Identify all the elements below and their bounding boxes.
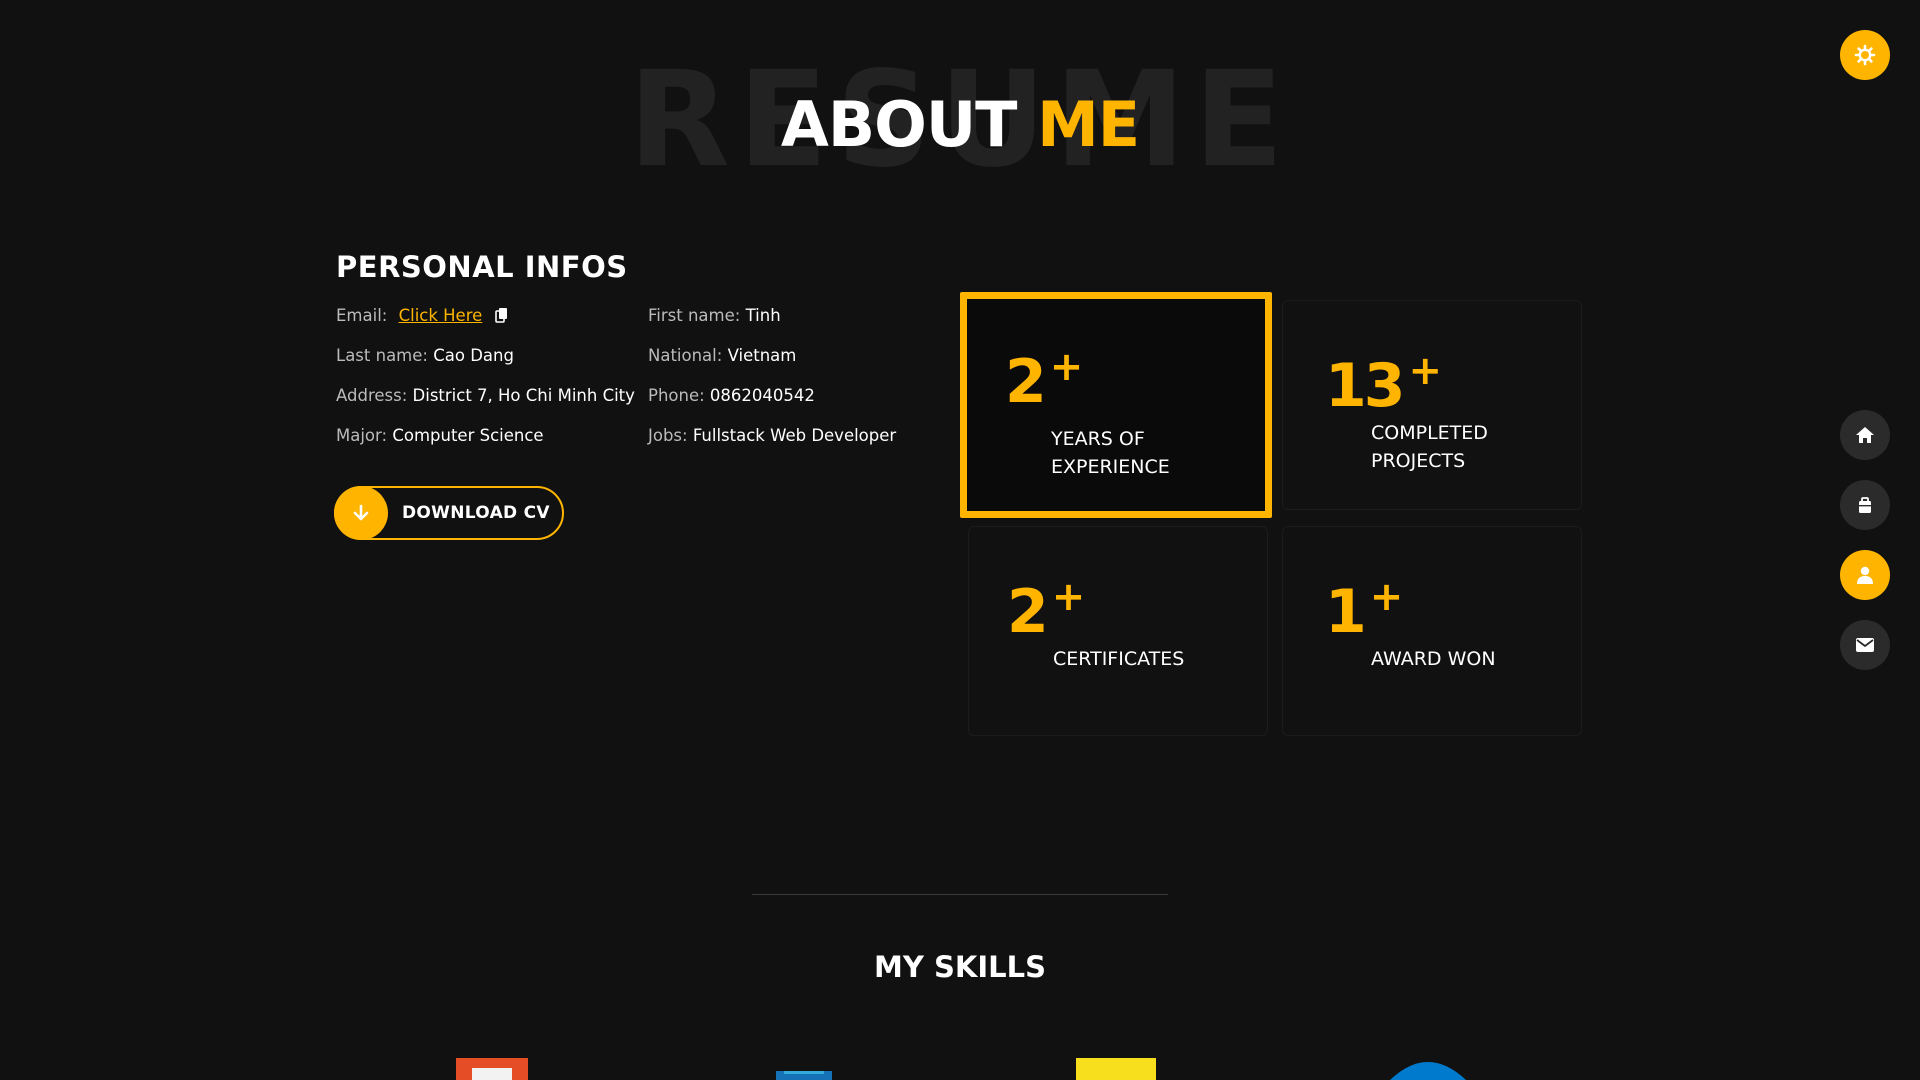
stat-value: 2 xyxy=(1005,347,1047,417)
email-link[interactable]: Click Here xyxy=(399,306,483,325)
download-cv-label: DOWNLOAD CV xyxy=(402,503,550,523)
user-icon xyxy=(1857,566,1873,584)
html5-icon xyxy=(456,1058,528,1080)
stat-number: 1 + xyxy=(1325,565,1403,644)
info-label: Last name: xyxy=(336,346,428,365)
copy-icon[interactable] xyxy=(494,307,510,323)
download-icon xyxy=(334,486,388,540)
personal-infos-heading: PERSONAL INFOS xyxy=(336,250,628,284)
info-value: Tinh xyxy=(745,306,781,325)
info-row-jobs: Jobs: Fullstack Web Developer xyxy=(648,426,948,466)
page-title: ABOUT ME xyxy=(0,90,1920,160)
stat-plus: + xyxy=(1408,348,1443,394)
info-column-left: Email: Click Here Last name: Cao Dang Ad… xyxy=(336,306,646,466)
page-title-accent: ME xyxy=(1037,88,1140,161)
info-value: 0862040542 xyxy=(709,386,815,405)
css3-icon xyxy=(776,1068,832,1080)
nav-home-button[interactable] xyxy=(1840,410,1890,460)
stat-label: YEARS OF EXPERIENCE xyxy=(1051,425,1241,481)
stat-card-projects: 13 + COMPLETED PROJECTS xyxy=(1282,300,1582,510)
about-page: RESUME ABOUT ME PERSONAL INFOS Email: Cl… xyxy=(0,0,1920,1080)
info-row-first-name: First name: Tinh xyxy=(648,306,948,346)
stat-card-awards: 1 + AWARD WON xyxy=(1282,526,1582,736)
page-title-white: ABOUT xyxy=(780,88,1018,161)
info-row-major: Major: Computer Science xyxy=(336,426,646,466)
nav-about-button[interactable] xyxy=(1840,550,1890,600)
stat-value: 1 xyxy=(1325,577,1367,647)
info-value: Computer Science xyxy=(392,426,544,445)
stat-number: 2 + xyxy=(1007,565,1085,644)
info-label: Jobs: xyxy=(648,426,688,445)
briefcase-icon xyxy=(1859,497,1871,513)
page-title-block: RESUME ABOUT ME xyxy=(0,54,1920,186)
stat-number: 2 + xyxy=(1005,335,1083,414)
section-divider xyxy=(752,894,1168,895)
info-label: Email: xyxy=(336,306,388,325)
stat-number: 13 + xyxy=(1325,339,1442,418)
gear-icon xyxy=(1854,44,1876,66)
stat-card-experience: 2 + YEARS OF EXPERIENCE xyxy=(960,292,1272,518)
info-column-right: First name: Tinh National: Vietnam Phone… xyxy=(648,306,948,466)
stat-value: 2 xyxy=(1007,577,1049,647)
skills-heading: MY SKILLS xyxy=(874,950,1046,984)
info-row-phone: Phone: 0862040542 xyxy=(648,386,948,426)
info-value: Cao Dang xyxy=(433,346,514,365)
info-row-email: Email: Click Here xyxy=(336,306,646,346)
stat-label-line: EXPERIENCE xyxy=(1051,456,1170,478)
nav-portfolio-button[interactable] xyxy=(1840,480,1890,530)
stat-label-line: PROJECTS xyxy=(1371,450,1466,472)
stat-plus: + xyxy=(1369,574,1404,620)
info-value: Vietnam xyxy=(727,346,797,365)
stat-label: CERTIFICATES xyxy=(1053,645,1243,673)
stat-plus: + xyxy=(1051,574,1086,620)
info-row-national: National: Vietnam xyxy=(648,346,948,386)
javascript-icon xyxy=(1076,1058,1156,1080)
envelope-icon xyxy=(1856,638,1874,652)
info-row-last-name: Last name: Cao Dang xyxy=(336,346,646,386)
stat-value: 13 xyxy=(1325,351,1405,421)
stat-plus: + xyxy=(1049,344,1084,390)
stat-label-line: COMPLETED xyxy=(1371,422,1488,444)
nav-contact-button[interactable] xyxy=(1840,620,1890,670)
info-label: Major: xyxy=(336,426,388,445)
typescript-icon xyxy=(1390,1058,1466,1080)
info-label: Phone: xyxy=(648,386,705,405)
stat-label: COMPLETED PROJECTS xyxy=(1371,419,1561,475)
info-label: National: xyxy=(648,346,723,365)
info-label: First name: xyxy=(648,306,741,325)
info-value: District 7, Ho Chi Minh City xyxy=(412,386,635,405)
stat-label-line: CERTIFICATES xyxy=(1053,648,1185,670)
theme-toggle-button[interactable] xyxy=(1840,30,1890,80)
home-icon xyxy=(1856,427,1874,443)
info-label: Address: xyxy=(336,386,408,405)
info-value: Fullstack Web Developer xyxy=(692,426,897,445)
stat-label-line: AWARD WON xyxy=(1371,648,1496,670)
stat-label: AWARD WON xyxy=(1371,645,1561,673)
download-cv-button[interactable]: DOWNLOAD CV xyxy=(334,486,564,540)
stat-label-line: YEARS OF xyxy=(1051,428,1145,450)
stat-card-certificates: 2 + CERTIFICATES xyxy=(968,526,1268,736)
info-row-address: Address: District 7, Ho Chi Minh City xyxy=(336,386,646,426)
